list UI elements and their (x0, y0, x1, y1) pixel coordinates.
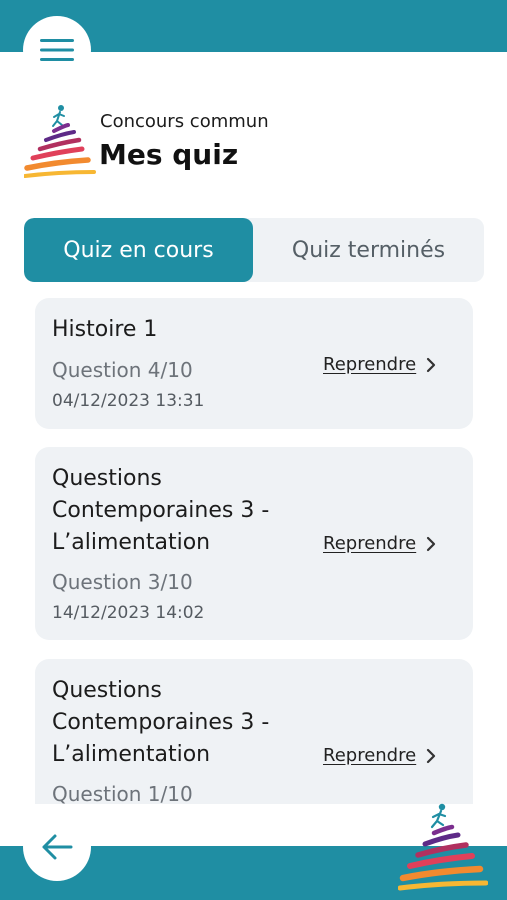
quiz-card[interactable]: Questions Contemporaines 3 - L’alimentat… (35, 447, 473, 640)
tab-quiz-en-cours[interactable]: Quiz en cours (24, 218, 253, 282)
runner-stripes-logo (398, 803, 488, 891)
runner-stripes-logo (24, 105, 96, 178)
quiz-progress: Question 1/10 (52, 782, 193, 804)
resume-label: Reprendre (323, 745, 417, 766)
back-button[interactable] (23, 813, 91, 881)
chevron-right-icon (427, 748, 436, 763)
menu-button[interactable] (23, 16, 91, 84)
page-title: Mes quiz (99, 138, 239, 171)
hamburger-menu-icon (40, 39, 74, 61)
quiz-list[interactable]: Histoire 1 Question 4/10 04/12/2023 13:3… (0, 298, 507, 804)
quiz-progress: Question 4/10 (52, 358, 193, 382)
quiz-progress: Question 3/10 (52, 570, 193, 594)
resume-link[interactable]: Reprendre (323, 745, 436, 766)
quiz-title: Histoire 1 (52, 317, 158, 342)
tab-quiz-termines[interactable]: Quiz terminés (253, 218, 484, 282)
arrow-left-icon (42, 834, 73, 860)
header-subtitle: Concours commun (100, 111, 269, 132)
resume-link[interactable]: Reprendre (323, 354, 436, 375)
chevron-right-icon (427, 357, 436, 372)
quiz-date: 04/12/2023 13:31 (52, 391, 205, 411)
resume-label: Reprendre (323, 533, 417, 554)
quiz-card[interactable]: Questions Contemporaines 3 - L’alimentat… (35, 659, 473, 804)
quiz-title: Questions Contemporaines 3 - L’alimentat… (52, 466, 270, 555)
quiz-date: 14/12/2023 14:02 (52, 603, 205, 623)
chevron-right-icon (427, 536, 436, 551)
resume-label: Reprendre (323, 354, 417, 375)
quiz-title: Questions Contemporaines 3 - L’alimentat… (52, 678, 270, 767)
quiz-card[interactable]: Histoire 1 Question 4/10 04/12/2023 13:3… (35, 298, 473, 429)
resume-link[interactable]: Reprendre (323, 533, 436, 554)
quiz-tabs: Quiz en cours Quiz terminés (24, 218, 484, 282)
